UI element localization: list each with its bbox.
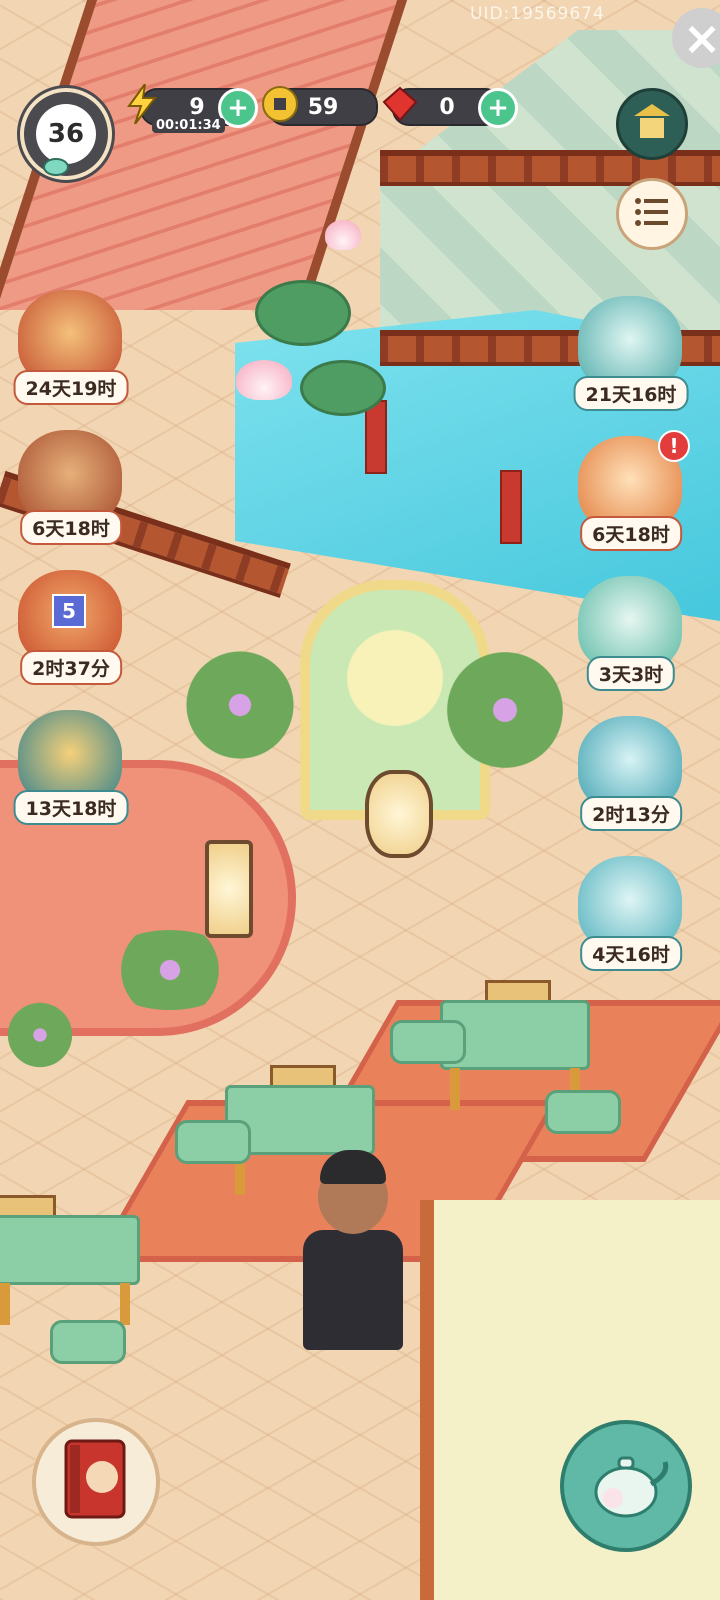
event-timer: 24天19时 <box>13 370 129 405</box>
energy-timer: 00:01:34 <box>152 118 225 133</box>
menu-icon <box>634 197 670 231</box>
event-timer: 3天3时 <box>586 656 676 691</box>
lotus-flower[interactable] <box>236 360 292 400</box>
table-leg <box>120 1283 130 1325</box>
flower-bush <box>440 640 570 780</box>
close-icon: × <box>682 11 720 65</box>
flower-bush <box>100 930 240 1010</box>
event-icon-left-2[interactable]: 6天18时 <box>12 430 130 548</box>
event-timer: 21天16时 <box>573 376 689 411</box>
lotus-pad <box>255 280 351 346</box>
event-icon-right-4[interactable]: 2时13分 <box>572 716 690 834</box>
shop-icon <box>630 102 674 146</box>
alert-badge: ! <box>658 430 690 462</box>
event-timer: 4天16时 <box>580 936 682 971</box>
energy-value: 9 <box>189 94 205 120</box>
shop-button[interactable] <box>616 88 688 160</box>
event-icon-left-4[interactable]: 13天18时 <box>12 710 130 828</box>
npc-character[interactable] <box>298 1150 408 1350</box>
character-robe <box>303 1230 403 1350</box>
event-timer: 13天18时 <box>13 790 129 825</box>
event-icon-left-1[interactable]: 24天19时 <box>12 290 130 408</box>
stool <box>545 1090 621 1134</box>
leaf-icon <box>43 158 69 176</box>
plus-icon: + <box>487 93 509 123</box>
plus-icon: + <box>227 93 249 123</box>
count-badge: 5 <box>52 594 86 628</box>
add-gems-button[interactable]: + <box>478 88 518 128</box>
event-timer: 2时13分 <box>580 796 682 831</box>
table-leg <box>0 1283 10 1325</box>
stool <box>390 1020 466 1064</box>
stool <box>50 1320 126 1364</box>
event-icon-right-5[interactable]: 4天16时 <box>572 856 690 974</box>
level-value: 36 <box>36 104 96 164</box>
character-hair <box>320 1150 386 1184</box>
teapot-icon <box>581 1444 671 1528</box>
gem-value: 0 <box>439 94 455 120</box>
lotus-bud <box>325 220 361 250</box>
menu-button[interactable] <box>616 178 688 250</box>
gem-icon <box>380 84 420 124</box>
flower-bush <box>180 640 300 770</box>
go-table[interactable] <box>0 1195 140 1325</box>
event-icon-right-2[interactable]: ! 6天18时 <box>572 430 690 554</box>
flower-bush <box>0 1000 80 1070</box>
lantern <box>365 770 433 858</box>
book-button[interactable] <box>32 1418 160 1546</box>
uid-label: UID:19569674 <box>470 4 605 24</box>
book-icon <box>56 1435 136 1529</box>
pillar <box>500 470 522 544</box>
event-icon-right-3[interactable]: 3天3时 <box>572 576 690 694</box>
tablecloth <box>0 1215 140 1285</box>
event-icon-left-3[interactable]: 5 2时37分 <box>12 570 130 688</box>
tea-room-wall <box>420 1200 720 1600</box>
coin-icon <box>260 84 300 124</box>
lotus-pad <box>300 360 386 416</box>
event-timer: 2时37分 <box>20 650 122 685</box>
pillar <box>365 400 387 474</box>
event-icon-right-1[interactable]: 21天16时 <box>572 296 690 414</box>
teapot-button[interactable] <box>560 1420 692 1552</box>
table-leg <box>450 1068 460 1110</box>
stool <box>175 1120 251 1164</box>
coin-value: 59 <box>307 94 339 120</box>
event-timer: 6天18时 <box>580 516 682 551</box>
event-timer: 6天18时 <box>20 510 122 545</box>
lantern <box>205 840 253 938</box>
